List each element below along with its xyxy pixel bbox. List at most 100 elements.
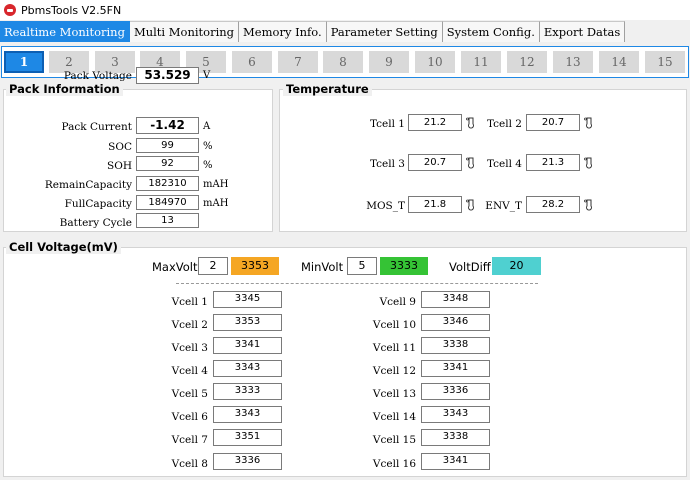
vcell-13-label: Vcell 13 <box>372 388 416 400</box>
vcell-3-label: Vcell 3 <box>171 342 208 354</box>
tab-realtime-monitoring[interactable]: Realtime Monitoring <box>0 21 130 42</box>
max-volt-label: MaxVolt <box>152 260 198 274</box>
tab-multi-monitoring[interactable]: Multi Monitoring <box>129 21 240 42</box>
pack-information-title: Pack Information <box>6 82 123 96</box>
tcell-1-label: Tcell 1 <box>369 118 405 130</box>
tcell-2-label: Tcell 2 <box>486 118 522 130</box>
pack-current-value: -1.42 <box>136 117 199 134</box>
vcell-6-label: Vcell 6 <box>171 411 208 423</box>
vcell-14-value: 3343 <box>421 406 490 423</box>
pack-current-unit: A <box>203 121 211 132</box>
pack-button-8[interactable]: 8 <box>323 51 363 73</box>
cell-voltage-panel <box>3 247 687 477</box>
tab-parameter-setting[interactable]: Parameter Setting <box>326 21 443 42</box>
max-volt-value: 3353 <box>231 257 279 275</box>
remain-capacity-unit: mAH <box>203 179 229 190</box>
vcell-5-label: Vcell 5 <box>171 388 208 400</box>
tcell-1-value: 21.2 <box>408 114 462 131</box>
vcell-16-value: 3341 <box>421 453 490 470</box>
max-volt-cell-index: 2 <box>198 257 228 275</box>
vcell-15-value: 3338 <box>421 429 490 446</box>
env-t-value: 28.2 <box>526 196 580 213</box>
divider <box>176 283 538 284</box>
vcell-6-value: 3343 <box>213 406 282 423</box>
pack-voltage-value: 53.529 <box>136 67 199 84</box>
vcell-9-value: 3348 <box>421 291 490 308</box>
battery-cycle-label: Battery Cycle <box>59 217 132 229</box>
vcell-5-value: 3333 <box>213 383 282 400</box>
vcell-4-label: Vcell 4 <box>171 365 208 377</box>
pack-button-12[interactable]: 12 <box>507 51 547 73</box>
remain-capacity-label: RemainCapacity <box>44 179 132 191</box>
pack-button-15[interactable]: 15 <box>645 51 685 73</box>
tcell-3-label: Tcell 3 <box>369 158 405 170</box>
main-tab-bar: Realtime Monitoring Multi Monitoring Mem… <box>0 21 626 42</box>
full-capacity-label: FullCapacity <box>64 198 132 210</box>
soc-label: SOC <box>108 141 132 153</box>
min-volt-label: MinVolt <box>301 260 344 274</box>
volt-diff-label: VoltDiff <box>449 260 491 274</box>
thermometer-icon <box>584 117 592 129</box>
tab-memory-info[interactable]: Memory Info. <box>239 21 327 42</box>
pack-button-9[interactable]: 9 <box>369 51 409 73</box>
env-t-label: ENV_T <box>485 200 522 212</box>
vcell-7-label: Vcell 7 <box>171 434 208 446</box>
tab-system-config[interactable]: System Config. <box>442 21 540 42</box>
pack-button-6[interactable]: 6 <box>232 51 272 73</box>
min-volt-cell-index: 5 <box>347 257 377 275</box>
soh-value: 92 <box>136 156 199 171</box>
vcell-3-value: 3341 <box>213 337 282 354</box>
min-volt-value: 3333 <box>380 257 428 275</box>
vcell-2-value: 3353 <box>213 314 282 331</box>
soc-value: 99 <box>136 138 199 153</box>
cell-voltage-title: Cell Voltage(mV) <box>6 240 121 254</box>
remain-capacity-value: 182310 <box>136 176 199 191</box>
pack-current-label: Pack Current <box>61 121 132 133</box>
vcell-10-label: Vcell 10 <box>372 319 416 331</box>
full-capacity-unit: mAH <box>203 198 229 209</box>
pack-button-11[interactable]: 11 <box>461 51 501 73</box>
vcell-8-label: Vcell 8 <box>171 458 208 470</box>
vcell-7-value: 3351 <box>213 429 282 446</box>
title-bar: PbmsTools V2.5FN <box>0 0 690 20</box>
thermometer-icon <box>584 199 592 211</box>
full-capacity-value: 184970 <box>136 195 199 210</box>
vcell-8-value: 3336 <box>213 453 282 470</box>
temperature-title: Temperature <box>283 82 372 96</box>
vcell-13-value: 3336 <box>421 383 490 400</box>
window-title: PbmsTools V2.5FN <box>21 3 122 17</box>
tcell-4-value: 21.3 <box>526 154 580 171</box>
pack-button-14[interactable]: 14 <box>599 51 639 73</box>
tcell-3-value: 20.7 <box>408 154 462 171</box>
vcell-15-label: Vcell 15 <box>372 434 416 446</box>
vcell-11-value: 3338 <box>421 337 490 354</box>
volt-diff-value: 20 <box>492 257 541 275</box>
pack-voltage-unit: V <box>203 70 211 81</box>
vcell-11-label: Vcell 11 <box>372 342 416 354</box>
vcell-14-label: Vcell 14 <box>372 411 416 423</box>
vcell-12-label: Vcell 12 <box>372 365 416 377</box>
vcell-16-label: Vcell 16 <box>372 458 416 470</box>
soh-unit: % <box>203 160 213 171</box>
pack-voltage-label: Pack Voltage <box>63 70 132 82</box>
thermometer-icon <box>584 157 592 169</box>
battery-cycle-value: 13 <box>136 213 199 228</box>
vcell-1-value: 3345 <box>213 291 282 308</box>
soh-label: SOH <box>107 160 132 172</box>
vcell-2-label: Vcell 2 <box>171 319 208 331</box>
vcell-4-value: 3343 <box>213 360 282 377</box>
vcell-9-label: Vcell 9 <box>379 296 416 308</box>
pack-button-13[interactable]: 13 <box>553 51 593 73</box>
battery-logo-icon <box>4 4 16 16</box>
vcell-1-label: Vcell 1 <box>171 296 208 308</box>
vcell-10-value: 3346 <box>421 314 490 331</box>
mos-t-label: MOS_T <box>366 200 405 212</box>
mos-t-value: 21.8 <box>408 196 462 213</box>
tcell-4-label: Tcell 4 <box>486 158 522 170</box>
tcell-2-value: 20.7 <box>526 114 580 131</box>
soc-unit: % <box>203 141 213 152</box>
pack-button-7[interactable]: 7 <box>278 51 318 73</box>
tab-export-datas[interactable]: Export Datas <box>539 21 626 42</box>
vcell-12-value: 3341 <box>421 360 490 377</box>
pack-button-10[interactable]: 10 <box>415 51 455 73</box>
